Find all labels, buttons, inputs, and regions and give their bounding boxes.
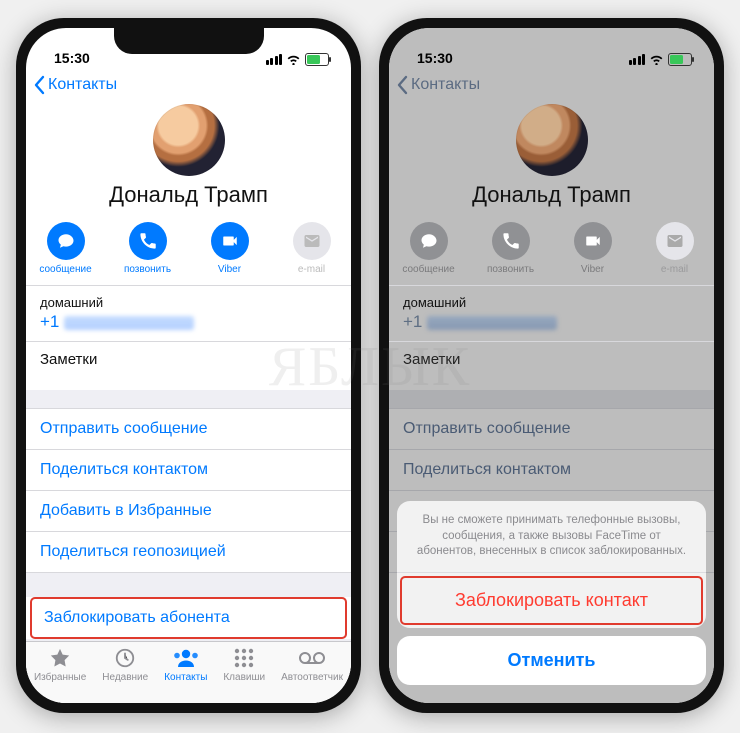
status-time: 15:30: [417, 50, 453, 66]
tab-keypad[interactable]: Клавиши: [223, 646, 265, 683]
battery-icon: [668, 53, 692, 66]
notes-section[interactable]: Заметки: [26, 341, 351, 390]
qa-message[interactable]: сообщение: [36, 222, 96, 275]
status-bar: 15:30: [26, 28, 351, 68]
qa-viber[interactable]: Viber: [200, 222, 260, 275]
qa-call[interactable]: позвонить: [118, 222, 178, 275]
call-icon: [129, 222, 167, 260]
phone-section[interactable]: домашний +1: [26, 285, 351, 341]
nav-bar: Контакты: [26, 68, 351, 102]
action-share-contact[interactable]: Поделиться контактом: [26, 449, 351, 490]
tab-recents[interactable]: Недавние: [102, 646, 148, 683]
action-share-location[interactable]: Поделиться геопозицией: [26, 531, 351, 572]
message-icon: [47, 222, 85, 260]
contact-avatar[interactable]: [153, 104, 225, 176]
quick-actions: сообщение позвонить Viber: [26, 214, 351, 285]
phone-right: 15:30 Контакты: [379, 18, 724, 713]
tab-bar: Избранные Недавние Контакты: [26, 641, 351, 703]
back-label: Контакты: [48, 76, 117, 94]
action-add-favorites[interactable]: Добавить в Избранные: [26, 490, 351, 531]
battery-icon: [305, 53, 329, 66]
phone-type-label: домашний: [40, 295, 337, 310]
signal-icon: [629, 54, 646, 65]
sheet-panel: Вы не сможете принимать телефонные вызов…: [397, 501, 706, 628]
tab-contacts[interactable]: Контакты: [164, 646, 207, 683]
video-icon: [211, 222, 249, 260]
qa-email: e-mail: [282, 222, 342, 275]
wifi-icon: [649, 54, 664, 65]
action-send-message[interactable]: Отправить сообщение: [26, 409, 351, 449]
tab-favorites[interactable]: Избранные: [34, 646, 86, 683]
back-button[interactable]: Контакты: [34, 75, 117, 95]
voicemail-icon: [298, 646, 326, 670]
contacts-icon: [172, 646, 200, 670]
contact-name: Дональд Трамп: [26, 182, 351, 208]
status-bar: 15:30: [389, 28, 714, 68]
sheet-message: Вы не сможете принимать телефонные вызов…: [397, 501, 706, 573]
wifi-icon: [286, 54, 301, 65]
star-icon: [48, 646, 72, 670]
mail-icon: [293, 222, 331, 260]
phone-number: +1: [40, 312, 337, 332]
signal-icon: [266, 54, 283, 65]
contact-header: Дональд Трамп: [26, 102, 351, 214]
actions-group: Отправить сообщение Поделиться контактом…: [26, 408, 351, 573]
sheet-cancel-button[interactable]: Отменить: [397, 636, 706, 685]
block-action-row[interactable]: Заблокировать абонента: [30, 597, 347, 639]
phone-blurred: [64, 316, 194, 330]
keypad-icon: [233, 646, 255, 670]
phone-left: 15:30 Контакты: [16, 18, 361, 713]
status-time: 15:30: [54, 50, 90, 66]
sheet-block-button[interactable]: Заблокировать контакт: [400, 576, 703, 625]
tab-voicemail[interactable]: Автоответчик: [281, 646, 343, 683]
notes-label: Заметки: [26, 342, 351, 390]
clock-icon: [114, 646, 136, 670]
action-sheet: Вы не сможете принимать телефонные вызов…: [389, 68, 714, 703]
